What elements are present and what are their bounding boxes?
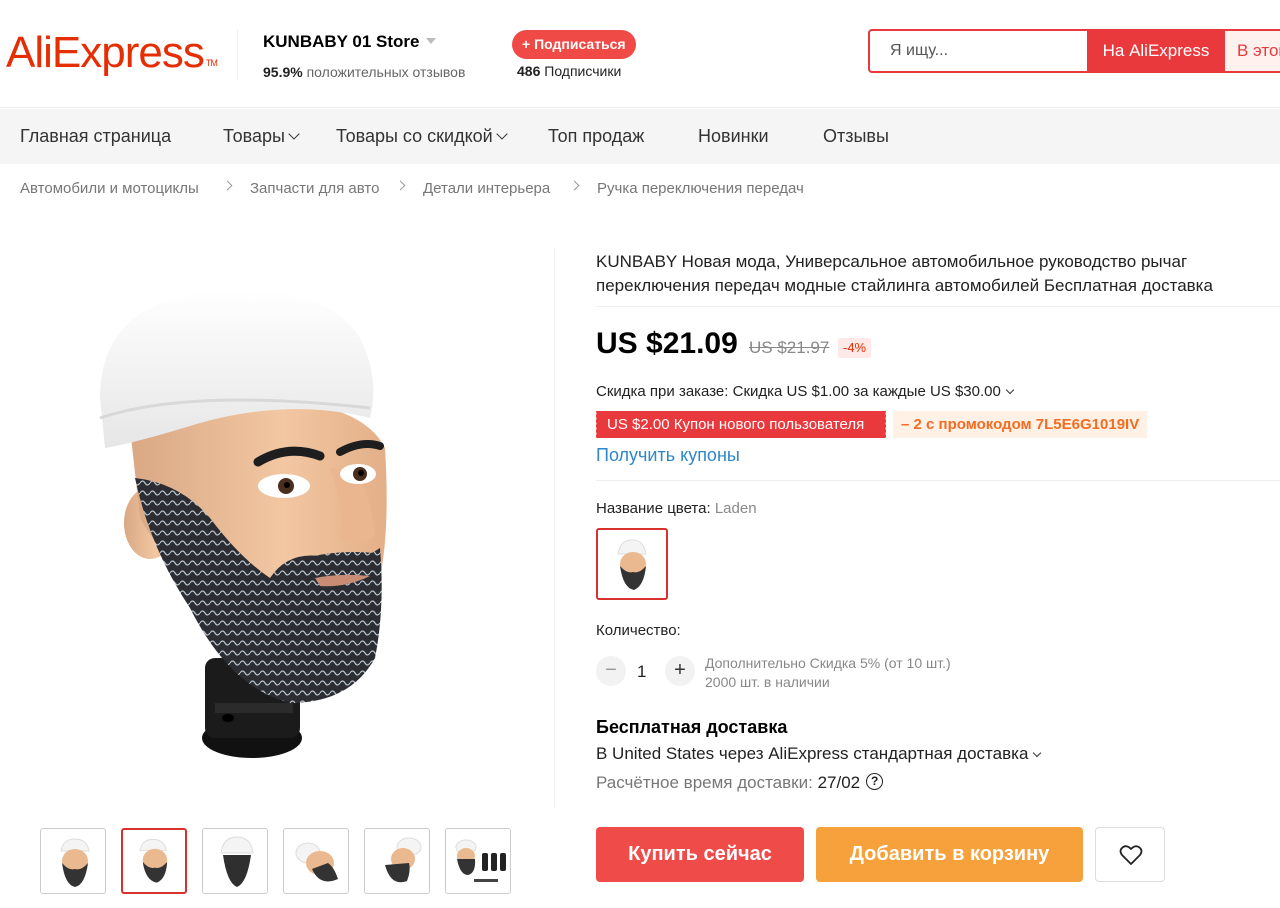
get-coupons-link[interactable]: Получить купоны: [596, 445, 740, 466]
caret-down-icon[interactable]: [425, 37, 436, 44]
quantity-label: Количество:: [596, 622, 681, 639]
divider: [596, 480, 1280, 481]
promo-code-badge[interactable]: – 2 с промокодом 7L5E6G1019IV: [893, 411, 1148, 438]
thumbnail-4[interactable]: [283, 828, 349, 894]
product-title: KUNBABY Новая мода, Универсальное автомо…: [596, 252, 1213, 295]
store-rating: 95.9% положительных отзывов: [263, 64, 466, 80]
quantity-note: Дополнительно Скидка 5% (от 10 шт.) 2000 …: [705, 655, 951, 690]
chevron-down-icon: [496, 128, 508, 140]
nav-top-sales[interactable]: Топ продаж: [548, 126, 644, 147]
buy-now-button[interactable]: Купить сейчас: [596, 827, 804, 882]
thumbnail-5[interactable]: [364, 828, 430, 894]
chevron-right-icon: [569, 180, 580, 191]
search-box: На AliExpress В этом: [868, 29, 1280, 73]
subscribers-count: 486 Подписчики: [517, 63, 622, 79]
delivery-eta: Расчётное время доставки: 27/02?: [596, 773, 884, 793]
shipping-title: Бесплатная доставка: [596, 717, 788, 737]
page-header: AliExpress TM KUNBABY 01 Store 95.9% поло…: [0, 0, 1280, 108]
new-user-coupon[interactable]: US $2.00 Купон нового пользователя: [595, 411, 886, 438]
chevron-down-icon: [1033, 748, 1042, 758]
nav-reviews[interactable]: Отзывы: [823, 126, 889, 147]
divider: [596, 306, 1280, 307]
breadcrumb-item[interactable]: Детали интерьера: [423, 180, 550, 197]
search-store-button[interactable]: В этом: [1225, 31, 1280, 71]
question-icon[interactable]: ?: [866, 773, 884, 791]
breadcrumb-item[interactable]: Автомобили и мотоциклы: [20, 180, 199, 197]
shipping-method[interactable]: В United States через AliExpress стандар…: [596, 744, 1042, 764]
header-divider: [237, 30, 238, 80]
product-main-image[interactable]: [40, 248, 555, 803]
chevron-right-icon: [222, 180, 233, 191]
heart-icon: [1119, 845, 1143, 865]
color-option-laden[interactable]: [596, 528, 668, 600]
color-label: Название цвета: Laden: [596, 500, 757, 517]
chevron-right-icon: [395, 180, 406, 191]
nav-home[interactable]: Главная страница: [20, 126, 171, 147]
nav-products[interactable]: Товары: [223, 126, 300, 147]
subscribe-button[interactable]: + Подписаться: [512, 30, 636, 59]
thumbnail-1[interactable]: [40, 828, 106, 894]
thumbnail-6[interactable]: [445, 828, 511, 894]
old-price: US $21.97: [749, 338, 830, 357]
store-nav: Главная страница Товары Товары со скидко…: [0, 109, 1280, 164]
chevron-down-icon: [288, 128, 300, 140]
chevron-down-icon: [1005, 385, 1015, 395]
nav-discounted[interactable]: Товары со скидкой: [336, 126, 508, 147]
breadcrumb-item[interactable]: Запчасти для авто: [250, 180, 379, 197]
current-price: US $21.09: [596, 327, 738, 360]
thumbnail-2[interactable]: [121, 828, 187, 894]
thumbnail-3[interactable]: [202, 828, 268, 894]
quantity-increase-button[interactable]: +: [665, 656, 695, 686]
discount-badge: -4%: [838, 338, 872, 358]
order-discount[interactable]: Скидка при заказе: Скидка US $1.00 за ка…: [596, 383, 1015, 400]
aliexpress-logo[interactable]: AliExpress TM: [6, 28, 218, 78]
store-name[interactable]: KUNBABY 01 Store: [263, 32, 436, 52]
quantity-value[interactable]: 1: [637, 662, 646, 682]
nav-new[interactable]: Новинки: [698, 126, 769, 147]
quantity-decrease-button[interactable]: −: [596, 656, 626, 686]
search-aliexpress-button[interactable]: На AliExpress: [1087, 31, 1225, 71]
search-input[interactable]: [870, 31, 1086, 71]
breadcrumb-item[interactable]: Ручка переключения передач: [597, 180, 804, 197]
add-to-cart-button[interactable]: Добавить в корзину: [816, 827, 1083, 882]
wishlist-button[interactable]: [1095, 827, 1165, 882]
